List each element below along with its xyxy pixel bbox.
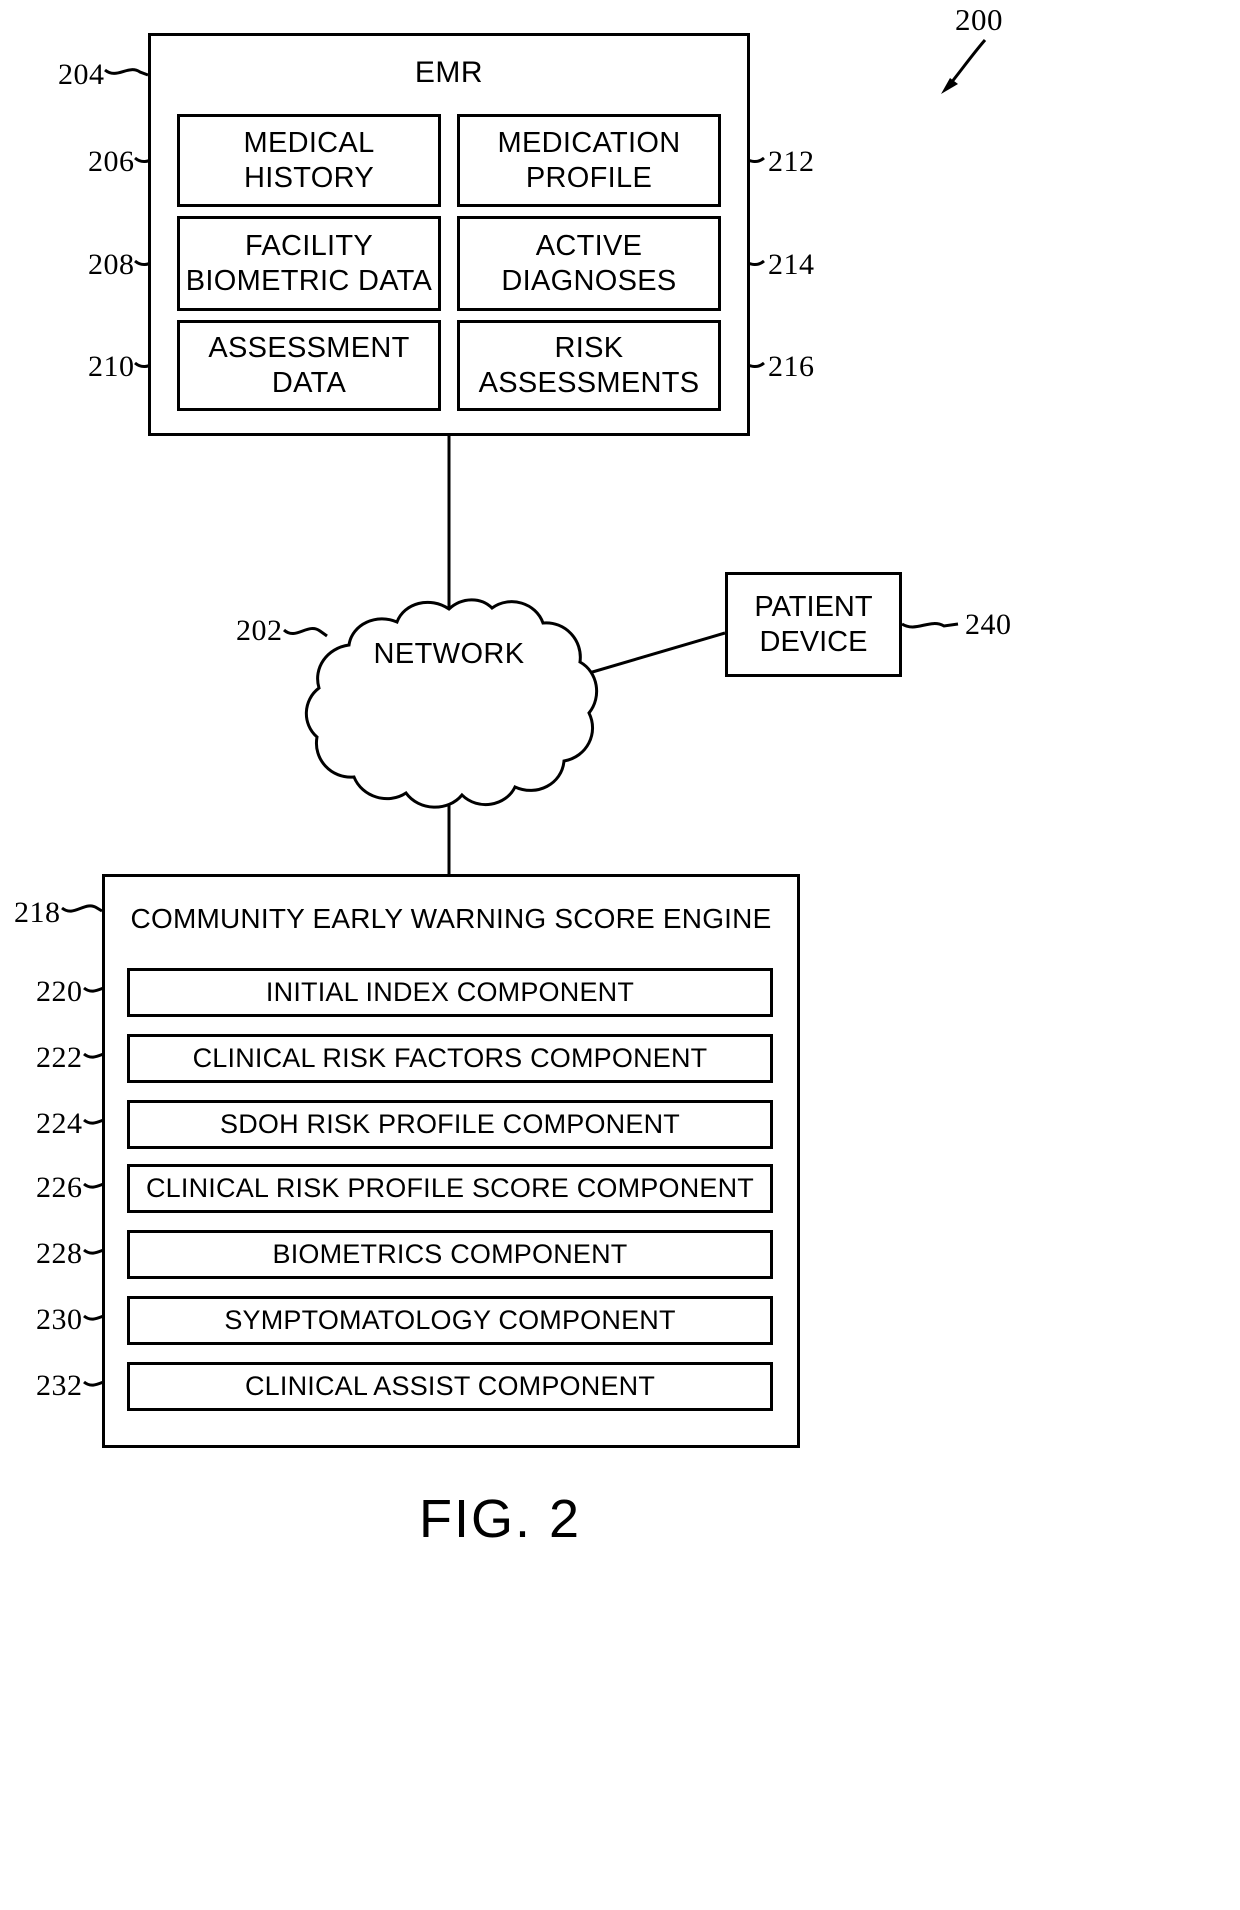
cews-item-clinical-assist-component: CLINICAL ASSIST COMPONENT: [127, 1362, 773, 1411]
cews-item-biometrics-component-label: BIOMETRICS COMPONENT: [272, 1238, 628, 1269]
reference-numeral-210: 210: [88, 350, 135, 383]
figure-number-200: 200: [955, 2, 1003, 37]
emr-cell-risk-assessments: RISK ASSESSMENTS: [457, 320, 721, 411]
reference-numeral-222: 222: [36, 1041, 83, 1074]
network-to-patient-device-line: [571, 631, 726, 680]
cews-item-clinical-risk-factors-component-label: CLINICAL RISK FACTORS COMPONENT: [192, 1042, 708, 1073]
cews-item-clinical-assist-component-label: CLINICAL ASSIST COMPONENT: [244, 1370, 656, 1401]
cews-item-sdoh-risk-profile-component: SDOH RISK PROFILE COMPONENT: [127, 1100, 773, 1149]
emr-title: EMR: [414, 56, 484, 89]
reference-numeral-220: 220: [36, 975, 83, 1008]
cews-item-clinical-risk-profile-score-component-label: CLINICAL RISK PROFILE SCORE COMPONENT: [145, 1172, 754, 1203]
reference-numeral-214: 214: [768, 248, 815, 281]
network-cloud-shape: [304, 598, 599, 809]
reference-numeral-228: 228: [36, 1237, 83, 1270]
reference-numeral-206: 206: [88, 145, 135, 178]
cews-item-symptomatology-component-label: SYMPTOMATOLOGY COMPONENT: [224, 1304, 676, 1335]
leader-218: [61, 904, 103, 913]
emr-cell-medical-history: MEDICAL HISTORY: [177, 114, 441, 207]
reference-numeral-218: 218: [14, 896, 61, 929]
cews-item-symptomatology-component: SYMPTOMATOLOGY COMPONENT: [127, 1296, 773, 1345]
reference-numeral-204: 204: [58, 58, 105, 91]
reference-numeral-230: 230: [36, 1303, 83, 1336]
cews-engine-title: COMMUNITY EARLY WARNING SCORE ENGINE: [130, 903, 772, 934]
figure-caption: FIG. 2: [418, 1489, 582, 1549]
patient-device-box: PATIENT DEVICE: [725, 572, 902, 677]
emr-cell-active-diagnoses: ACTIVE DIAGNOSES: [457, 216, 721, 311]
emr-cell-medical-history-label: MEDICAL HISTORY: [243, 127, 375, 194]
emr-cell-medication-profile: MEDICATION PROFILE: [457, 114, 721, 207]
network-label: NETWORK: [373, 638, 525, 670]
leader-202: [282, 627, 328, 638]
reference-numeral-212: 212: [768, 145, 815, 178]
leader-204: [104, 68, 149, 77]
cews-item-clinical-risk-profile-score-component: CLINICAL RISK PROFILE SCORE COMPONENT: [127, 1164, 773, 1213]
emr-cell-assessment-data-label: ASSESSMENT DATA: [208, 332, 410, 399]
emr-cell-medication-profile-label: MEDICATION PROFILE: [497, 127, 681, 194]
emr-cell-risk-assessments-label: RISK ASSESSMENTS: [478, 332, 700, 399]
reference-numeral-202: 202: [236, 614, 283, 647]
reference-numeral-240: 240: [965, 608, 1012, 641]
patent-figure-canvas: 200 EMR MEDICAL HISTORY MEDICATION PROFILE…: [0, 0, 1240, 1910]
reference-numeral-232: 232: [36, 1369, 83, 1402]
reference-numeral-208: 208: [88, 248, 135, 281]
leader-240: [901, 622, 959, 629]
cews-item-initial-index-component: INITIAL INDEX COMPONENT: [127, 968, 773, 1017]
cews-item-clinical-risk-factors-component: CLINICAL RISK FACTORS COMPONENT: [127, 1034, 773, 1083]
cews-item-biometrics-component: BIOMETRICS COMPONENT: [127, 1230, 773, 1279]
patient-device-label: PATIENT DEVICE: [754, 590, 873, 658]
reference-numeral-224: 224: [36, 1107, 83, 1140]
reference-numeral-226: 226: [36, 1171, 83, 1204]
cews-item-sdoh-risk-profile-component-label: SDOH RISK PROFILE COMPONENT: [220, 1108, 680, 1139]
emr-cell-facility-biometric-data: FACILITY BIOMETRIC DATA: [177, 216, 441, 311]
emr-cell-assessment-data: ASSESSMENT DATA: [177, 320, 441, 411]
figure-200-arrowhead: [941, 78, 958, 94]
figure-200-arrow: [945, 39, 987, 89]
cews-item-initial-index-component-label: INITIAL INDEX COMPONENT: [265, 976, 635, 1007]
emr-cell-facility-biometric-data-label: FACILITY BIOMETRIC DATA: [185, 230, 433, 297]
reference-numeral-216: 216: [768, 350, 815, 383]
emr-cell-active-diagnoses-label: ACTIVE DIAGNOSES: [501, 230, 677, 297]
